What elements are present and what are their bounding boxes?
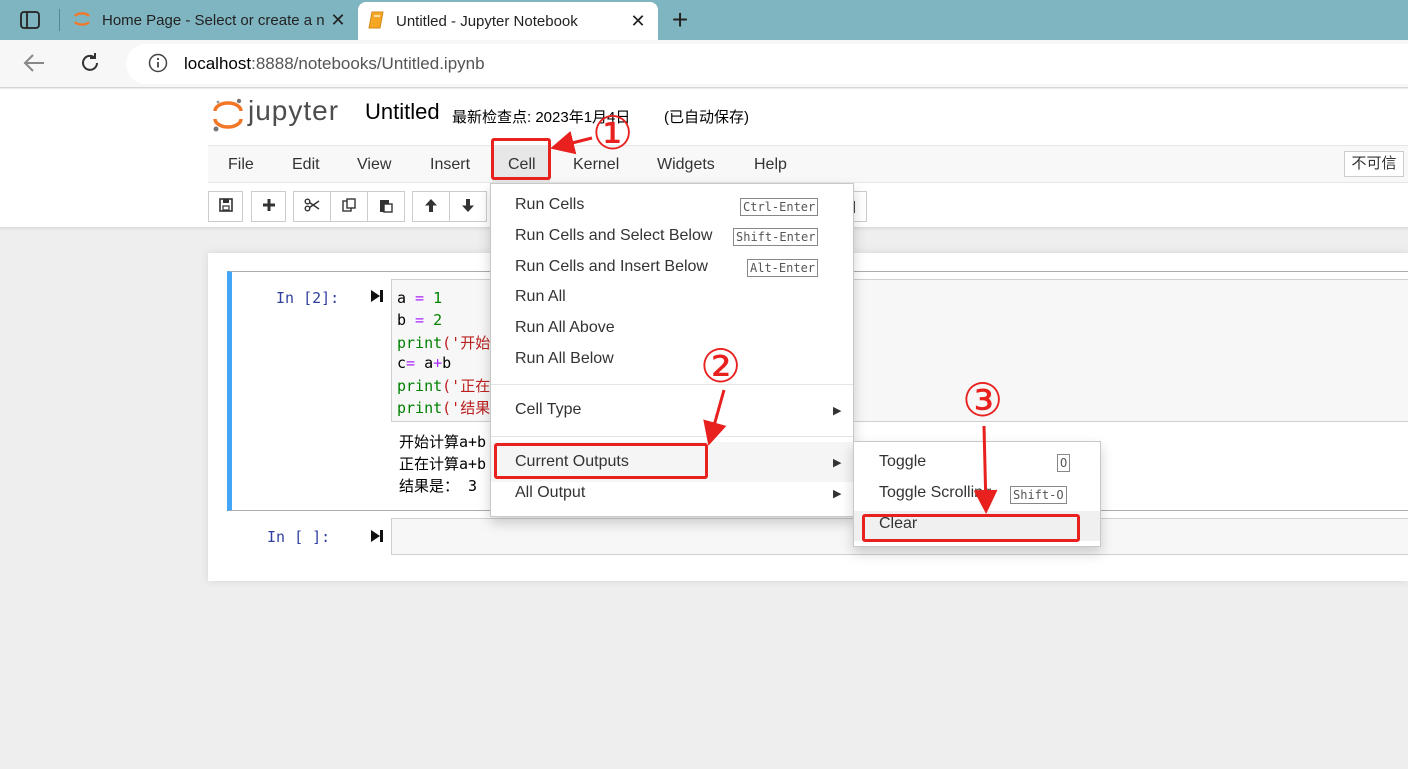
code-token: c [397, 353, 407, 372]
menu-edit[interactable]: Edit [292, 156, 320, 174]
not-trusted-badge[interactable]: 不可信 [1344, 151, 1404, 177]
paste-icon [379, 198, 393, 216]
copy-button[interactable] [330, 191, 368, 222]
url-text: localhost:8888/notebooks/Untitled.ipynb [184, 54, 485, 74]
menu-divider [491, 436, 853, 437]
menu-divider [491, 384, 853, 385]
save-button[interactable] [208, 191, 243, 222]
cell-prompt: In [ ]: [267, 528, 331, 546]
code-token: a [424, 353, 434, 372]
shortcut-badge: Shift-Enter [733, 228, 819, 246]
code-token: b [442, 353, 452, 372]
code-line: c= a+b [397, 354, 451, 372]
back-icon[interactable] [20, 49, 48, 77]
menu-file[interactable]: File [228, 156, 254, 174]
submenu-item-toggle[interactable]: Toggle [879, 453, 926, 471]
output-line: 开始计算a+b [399, 433, 487, 451]
menu-item-run-all-above[interactable]: Run All Above [515, 319, 615, 337]
submenu-caret-icon: ▶ [833, 488, 842, 500]
code-token: = [406, 289, 434, 307]
code-token: print [397, 377, 443, 395]
sidebar-toggle-icon[interactable] [16, 6, 44, 34]
code-token: ('正在 [442, 377, 491, 395]
step-number-3: ③ [962, 374, 1004, 426]
code-token: print [397, 334, 443, 352]
code-token: = [406, 353, 425, 372]
code-token: 1 [433, 289, 443, 307]
code-token: 2 [433, 310, 443, 329]
shortcut-badge: Alt-Enter [747, 259, 819, 277]
output-line: 正在计算a+b [399, 455, 487, 473]
insert-cell-button[interactable] [251, 191, 286, 222]
submenu-caret-icon: ▶ [833, 457, 842, 469]
tab-untitled-notebook[interactable]: Untitled - Jupyter Notebook ✕ [358, 2, 658, 40]
copy-icon [342, 198, 356, 215]
plus-icon [262, 198, 276, 215]
menu-item-run-all-below[interactable]: Run All Below [515, 350, 614, 368]
menu-help[interactable]: Help [754, 156, 787, 174]
cut-icon [304, 198, 320, 215]
menu-view[interactable]: View [357, 156, 391, 174]
submenu-item-toggle-scrolling[interactable]: Toggle Scrolling [879, 484, 992, 502]
run-cell-icon[interactable] [370, 289, 384, 306]
tab-home-page[interactable]: Home Page - Select or create a n ✕ [62, 0, 358, 40]
submenu-caret-icon: ▶ [833, 405, 842, 417]
shortcut-badge: Ctrl-Enter [740, 198, 819, 216]
menu-item-cell-type[interactable]: Cell Type [515, 401, 581, 419]
url-bar[interactable]: localhost:8888/notebooks/Untitled.ipynb [126, 44, 1408, 84]
shortcut-badge: Shift-O [1010, 486, 1067, 504]
paste-button[interactable] [367, 191, 405, 222]
cut-button[interactable] [293, 191, 331, 222]
code-line: a = 1 [397, 289, 442, 307]
step-number-1: ① [592, 107, 634, 159]
close-icon[interactable]: ✕ [626, 11, 650, 32]
cell-prompt: In [2]: [276, 289, 340, 307]
code-token: print [397, 398, 443, 417]
menu-insert[interactable]: Insert [430, 156, 470, 174]
new-tab-icon[interactable]: + [666, 4, 694, 35]
notebook-name[interactable]: Untitled [365, 99, 440, 125]
menu-widgets[interactable]: Widgets [657, 156, 715, 174]
output-line: 结果是： 3 [399, 477, 478, 495]
code-token: + [433, 353, 443, 372]
code-token: a [397, 289, 407, 307]
arrow-down-icon [461, 198, 475, 216]
run-cell-icon[interactable] [370, 529, 384, 546]
code-line: print('正在 [397, 375, 490, 396]
step-number-2: ② [700, 340, 742, 392]
reload-icon[interactable] [76, 49, 104, 77]
code-token: = [406, 310, 434, 329]
annotation-box-current-outputs [494, 443, 708, 479]
code-line: print('结果 [397, 397, 490, 418]
url-path: :8888/notebooks/Untitled.ipynb [251, 54, 485, 73]
autosave-status: (已自动保存) [664, 109, 749, 126]
jupyter-logo-icon[interactable] [212, 97, 244, 136]
notebook-tab-icon [368, 10, 386, 33]
url-host: localhost [184, 54, 252, 73]
jupyter-tab-icon [72, 9, 92, 32]
move-down-button[interactable] [449, 191, 487, 222]
code-token: b [397, 310, 407, 329]
jupyter-logo-text: jupyter [248, 95, 340, 126]
code-line: b = 2 [397, 311, 442, 329]
annotation-box-cell-menu [491, 138, 551, 180]
code-token: ('开始 [442, 334, 491, 352]
code-token: ('结果 [442, 398, 491, 417]
tab-title: Untitled - Jupyter Notebook [396, 12, 578, 30]
menu-item-run-cells-insert-below[interactable]: Run Cells and Insert Below [515, 258, 708, 276]
menu-item-run-all[interactable]: Run All [515, 288, 566, 306]
tab-title: Home Page - Select or create a n [102, 11, 325, 29]
arrow-up-icon [424, 198, 438, 216]
menu-item-run-cells-select-below[interactable]: Run Cells and Select Below [515, 227, 712, 245]
close-icon[interactable]: ✕ [326, 10, 350, 31]
move-up-button[interactable] [412, 191, 450, 222]
info-icon[interactable] [148, 53, 168, 76]
tab-divider [59, 9, 60, 31]
menu-item-run-cells[interactable]: Run Cells [515, 196, 584, 214]
save-icon [218, 198, 233, 215]
menu-item-all-output[interactable]: All Output [515, 484, 585, 502]
code-line: print('开始 [397, 332, 490, 353]
shortcut-badge: O [1057, 454, 1071, 472]
annotation-box-clear [862, 514, 1080, 542]
